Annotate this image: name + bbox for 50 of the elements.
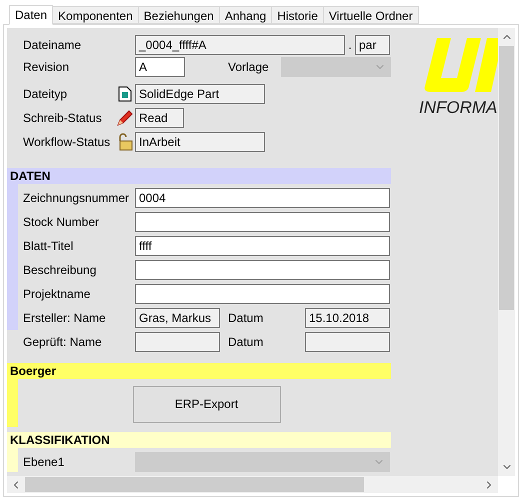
scrollbar-thumb[interactable] xyxy=(25,477,364,492)
field-label: Vorlage xyxy=(228,59,270,76)
field-label: Stock Number xyxy=(23,214,100,231)
field-label: Schreib-Status xyxy=(23,110,103,127)
vertical-scrollbar[interactable] xyxy=(498,28,515,476)
tab[interactable]: Anhang xyxy=(218,6,272,24)
field-label: Blatt-Titel xyxy=(23,238,74,255)
tab[interactable]: Daten xyxy=(9,5,54,25)
input-field[interactable] xyxy=(135,260,390,280)
document-icon xyxy=(118,86,132,102)
input-field[interactable]: 0004 xyxy=(135,188,390,208)
input-field[interactable]: par xyxy=(355,35,390,55)
tab[interactable]: Komponenten xyxy=(52,6,139,24)
section-title: Boerger xyxy=(10,363,56,380)
input-field[interactable]: 15.10.2018 xyxy=(305,308,390,328)
tab[interactable]: Virtuelle Ordner xyxy=(322,6,419,24)
field-label: Dateityp xyxy=(23,86,68,103)
erp-export-button[interactable]: ERP-Export xyxy=(132,386,280,422)
input-field[interactable]: Read xyxy=(135,108,184,128)
field-label: Dateiname xyxy=(23,37,82,54)
input-field[interactable] xyxy=(305,332,390,352)
field-label: Datum xyxy=(228,334,264,351)
scrollbar-thumb[interactable] xyxy=(499,46,514,310)
field-label: Ersteller: Name xyxy=(23,310,107,327)
tab[interactable]: Beziehungen xyxy=(138,6,220,24)
input-field[interactable]: ffff xyxy=(135,236,390,256)
padlock-icon xyxy=(117,133,133,151)
section-title: KLASSIFIKATION xyxy=(10,432,110,449)
field-label: Workflow-Status xyxy=(23,134,112,151)
field-label: Ebene1 xyxy=(23,455,64,469)
input-field[interactable] xyxy=(135,332,220,352)
input-field[interactable]: A xyxy=(135,57,185,77)
field-label: Zeichnungsnummer xyxy=(23,190,130,207)
field-label: Geprüft: Name xyxy=(23,334,103,351)
tab[interactable]: Historie xyxy=(271,6,324,24)
input-field[interactable] xyxy=(135,284,390,304)
horizontal-scrollbar[interactable] xyxy=(7,476,498,493)
pencil-icon xyxy=(116,109,134,127)
input-field[interactable] xyxy=(135,212,390,232)
input-field[interactable]: InArbeit xyxy=(135,132,265,152)
field-label: Beschreibung xyxy=(23,262,98,279)
input-field[interactable]: _0004_ffff#A xyxy=(135,35,345,55)
field-label: Datum xyxy=(228,310,264,327)
input-field[interactable]: Gras, Markus xyxy=(135,308,220,328)
section-title: DATEN xyxy=(10,168,50,185)
input-field[interactable]: SolidEdge Part xyxy=(135,84,265,104)
logo-text: INFORMA xyxy=(419,97,498,114)
field-label: Revision xyxy=(23,59,70,76)
field-label: Projektname xyxy=(23,286,92,303)
separator-dot: . xyxy=(347,37,353,54)
